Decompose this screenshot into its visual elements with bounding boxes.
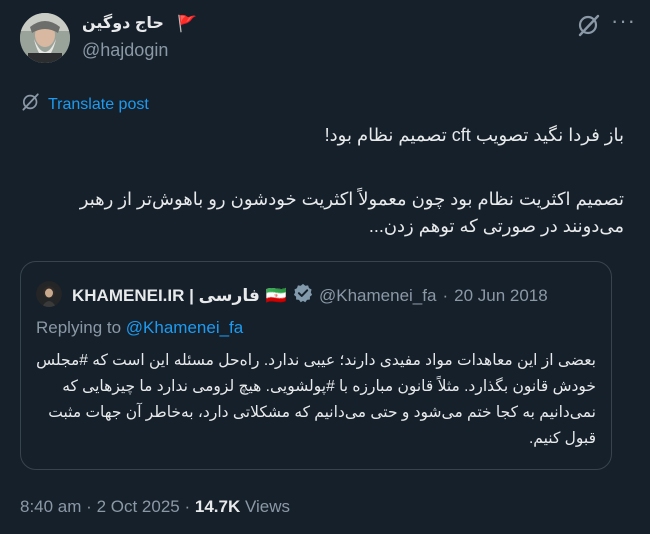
quoted-author-name[interactable]: KHAMENEI.IR | فارسی — [72, 286, 260, 306]
views-label: Views — [245, 497, 291, 516]
tweet-time[interactable]: 8:40 am — [20, 497, 81, 516]
author-avatar[interactable] — [20, 13, 70, 63]
tweet-footer: 8:40 am · 2 Oct 2025 · 14.7K Views — [20, 497, 290, 517]
quoted-author-handle[interactable]: @Khamenei_fa — [319, 286, 436, 306]
tweet-date[interactable]: 2 Oct 2025 — [97, 497, 180, 516]
replying-to-line: Replying to @Khamenei_fa — [36, 318, 243, 338]
tweet-text-paragraph-2: تصمیم اکثریت نظام بود چون معمولاً اکثریت… — [79, 189, 624, 236]
quoted-author-avatar[interactable] — [36, 281, 62, 307]
translate-icon — [20, 91, 42, 118]
separator-dot: · — [86, 497, 92, 516]
quoted-tweet-date[interactable]: 20 Jun 2018 — [454, 286, 548, 306]
replying-to-prefix: Replying to — [36, 318, 122, 337]
replying-to-handle[interactable]: @Khamenei_fa — [126, 318, 243, 337]
translate-label: Translate post — [48, 95, 149, 113]
views-count: 14.7K — [194, 497, 241, 516]
tweet-text-line-1: باز فردا نگید تصویب cft تصمیم نظام بود! — [324, 125, 624, 145]
grok-icon[interactable] — [576, 12, 602, 38]
separator-dot: · — [184, 497, 191, 516]
quoted-author-flag: 🇮🇷 — [265, 285, 287, 305]
separator-dot: · — [442, 285, 449, 305]
author-display-name[interactable]: حاج دوگین — [82, 13, 164, 33]
verified-badge-icon — [293, 283, 313, 308]
translate-post-link[interactable]: Translate post — [20, 91, 149, 118]
more-icon[interactable]: ··· — [611, 8, 636, 34]
author-handle[interactable]: @hajdogin — [82, 40, 168, 61]
author-flag-emoji: 🚩 — [177, 16, 197, 33]
quoted-tweet-text: بعضی از این معاهدات مواد مفیدی دارند؛ عی… — [36, 352, 596, 447]
quoted-tweet-header: KHAMENEI.IR | فارسی 🇮🇷 @Khamenei_fa · 20… — [72, 283, 548, 308]
